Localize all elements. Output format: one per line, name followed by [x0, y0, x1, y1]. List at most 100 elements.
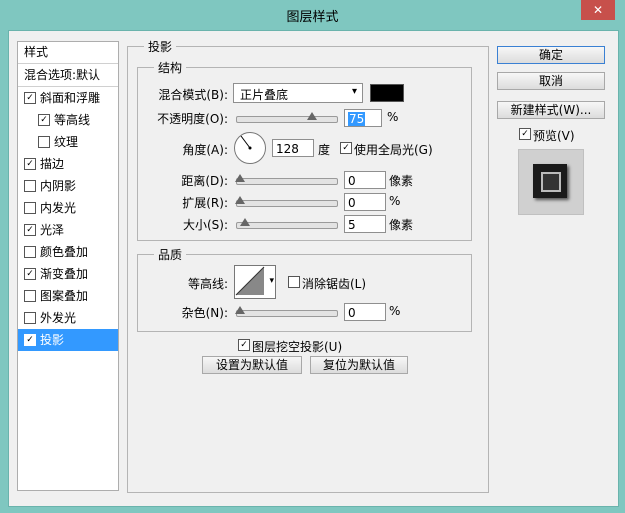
reset-default-button[interactable]: 复位为默认值 [310, 356, 408, 374]
global-light-checkbox[interactable]: ✓ [340, 142, 352, 154]
contour-picker[interactable]: ▾ [234, 265, 276, 299]
make-default-button[interactable]: 设置为默认值 [202, 356, 302, 374]
style-checkbox[interactable] [38, 136, 50, 148]
style-item-label: 颜色叠加 [40, 245, 89, 259]
spread-input[interactable]: 0 [344, 193, 386, 211]
opacity-slider[interactable] [236, 112, 338, 123]
style-checkbox[interactable] [24, 246, 36, 258]
style-item-label: 描边 [40, 157, 65, 171]
styles-list: 样式 混合选项:默认 ✓ 斜面和浮雕 ✓ 等高线纹理 ✓ 描边内阴影内发光 ✓ 光泽颜色叠加 ✓… [17, 41, 119, 491]
noise-unit: % [389, 304, 401, 318]
chevron-down-icon: ▾ [351, 86, 357, 97]
opacity-unit: % [387, 110, 399, 124]
style-item-label: 纹理 [54, 135, 79, 149]
style-item[interactable]: ✓ 光泽 [18, 219, 118, 241]
size-unit: 像素 [389, 218, 414, 232]
distance-input[interactable]: 0 [344, 171, 386, 189]
slider-thumb-icon[interactable] [307, 112, 317, 120]
anti-alias-label[interactable]: 消除锯齿(L) [302, 275, 366, 292]
knockout-checkbox[interactable]: ✓ [238, 339, 250, 351]
style-checkbox[interactable] [24, 180, 36, 192]
style-checkbox[interactable]: ✓ [38, 114, 50, 126]
contour-label: 等高线: [187, 277, 228, 291]
blend-mode-value: 正片叠底 [240, 88, 289, 102]
quality-title: 品质 [154, 246, 187, 263]
slider-thumb-icon[interactable] [240, 218, 250, 226]
size-input[interactable]: 5 [344, 215, 386, 233]
slider-thumb-icon[interactable] [235, 174, 245, 182]
style-checkbox[interactable] [24, 290, 36, 302]
style-item[interactable]: ✓ 描边 [18, 153, 118, 175]
style-item[interactable]: 纹理 [18, 131, 118, 153]
style-item-label: 外发光 [40, 311, 77, 325]
style-item[interactable]: 内阴影 [18, 175, 118, 197]
spread-slider[interactable] [235, 196, 338, 207]
preview-inner-square [541, 172, 561, 192]
style-item[interactable]: ✓ 等高线 [18, 109, 118, 131]
style-item[interactable]: 外发光 [18, 307, 118, 329]
style-item[interactable]: 内发光 [18, 197, 118, 219]
style-item-label: 光泽 [40, 223, 65, 237]
size-slider[interactable] [236, 218, 338, 229]
style-checkbox[interactable]: ✓ [24, 92, 36, 104]
global-light-label[interactable]: 使用全局光(G) [354, 141, 433, 158]
style-checkbox[interactable]: ✓ [24, 334, 36, 346]
slider-thumb-icon[interactable] [235, 196, 245, 204]
knockout-label[interactable]: 图层挖空投影(U) [252, 338, 342, 355]
style-checkbox[interactable] [24, 202, 36, 214]
layer-style-dialog: 图层样式 ✕ 样式 混合选项:默认 ✓ 斜面和浮雕 ✓ 等高线纹理 ✓ 描边内阴影内发光 ✓… [0, 0, 625, 513]
quality-group: 品质 等高线: ▾ 消除锯齿(L) 杂色(N): 0 % [137, 246, 472, 332]
style-item[interactable]: ✓ 斜面和浮雕 [18, 87, 118, 109]
close-button[interactable]: ✕ [581, 0, 615, 20]
preview-shape [533, 164, 567, 198]
cancel-button[interactable]: 取消 [497, 72, 605, 90]
style-item[interactable]: 颜色叠加 [18, 241, 118, 263]
style-item-label: 图案叠加 [40, 289, 89, 303]
blend-mode-select[interactable]: 正片叠底 ▾ [233, 83, 363, 103]
preview-label[interactable]: 预览(V) [533, 127, 575, 144]
style-preview-thumbnail [518, 149, 584, 215]
style-item-label: 渐变叠加 [40, 267, 89, 281]
shadow-color-swatch[interactable] [370, 84, 404, 102]
title-bar[interactable]: 图层样式 ✕ [0, 0, 625, 30]
angle-label: 角度(A): [182, 143, 228, 157]
noise-value: 0 [348, 306, 356, 320]
blend-options-item[interactable]: 混合选项:默认 [18, 64, 118, 87]
style-checkbox[interactable]: ✓ [24, 224, 36, 236]
style-item-label: 内发光 [40, 201, 77, 215]
opacity-value: 75 [348, 112, 366, 126]
style-item[interactable]: ✓ 渐变叠加 [18, 263, 118, 285]
size-label: 大小(S): [182, 218, 228, 232]
new-style-button[interactable]: 新建样式(W)... [497, 101, 605, 119]
angle-input[interactable]: 128 [272, 139, 314, 157]
anti-alias-checkbox[interactable] [288, 276, 300, 288]
spread-label: 扩展(R): [182, 196, 228, 210]
dialog-body: 样式 混合选项:默认 ✓ 斜面和浮雕 ✓ 等高线纹理 ✓ 描边内阴影内发光 ✓ 光泽颜色叠加 ✓… [8, 30, 619, 507]
angle-needle-icon [240, 135, 252, 150]
slider-thumb-icon[interactable] [235, 306, 245, 314]
opacity-input[interactable]: 75 [344, 109, 382, 127]
spread-value: 0 [348, 196, 356, 210]
style-item-label: 内阴影 [40, 179, 77, 193]
chevron-down-icon: ▾ [269, 276, 274, 286]
style-checkbox[interactable]: ✓ [24, 158, 36, 170]
style-item-label: 等高线 [54, 113, 91, 127]
style-item[interactable]: 图案叠加 [18, 285, 118, 307]
noise-slider[interactable] [235, 306, 338, 317]
style-item-label: 斜面和浮雕 [40, 91, 101, 105]
angle-dial[interactable] [234, 132, 266, 164]
drop-shadow-title: 投影 [144, 38, 177, 55]
preview-checkbox[interactable]: ✓ [519, 128, 531, 140]
size-value: 5 [348, 218, 356, 232]
style-checkbox[interactable]: ✓ [24, 268, 36, 280]
spread-unit: % [389, 194, 401, 208]
style-item[interactable]: ✓ 投影 [18, 329, 118, 351]
blend-mode-label: 混合模式(B): [158, 88, 228, 102]
styles-header[interactable]: 样式 [18, 42, 118, 64]
structure-title: 结构 [154, 59, 187, 76]
contour-linear-icon [235, 266, 265, 296]
distance-slider[interactable] [235, 174, 338, 185]
ok-button[interactable]: 确定 [497, 46, 605, 64]
noise-input[interactable]: 0 [344, 303, 386, 321]
style-checkbox[interactable] [24, 312, 36, 324]
